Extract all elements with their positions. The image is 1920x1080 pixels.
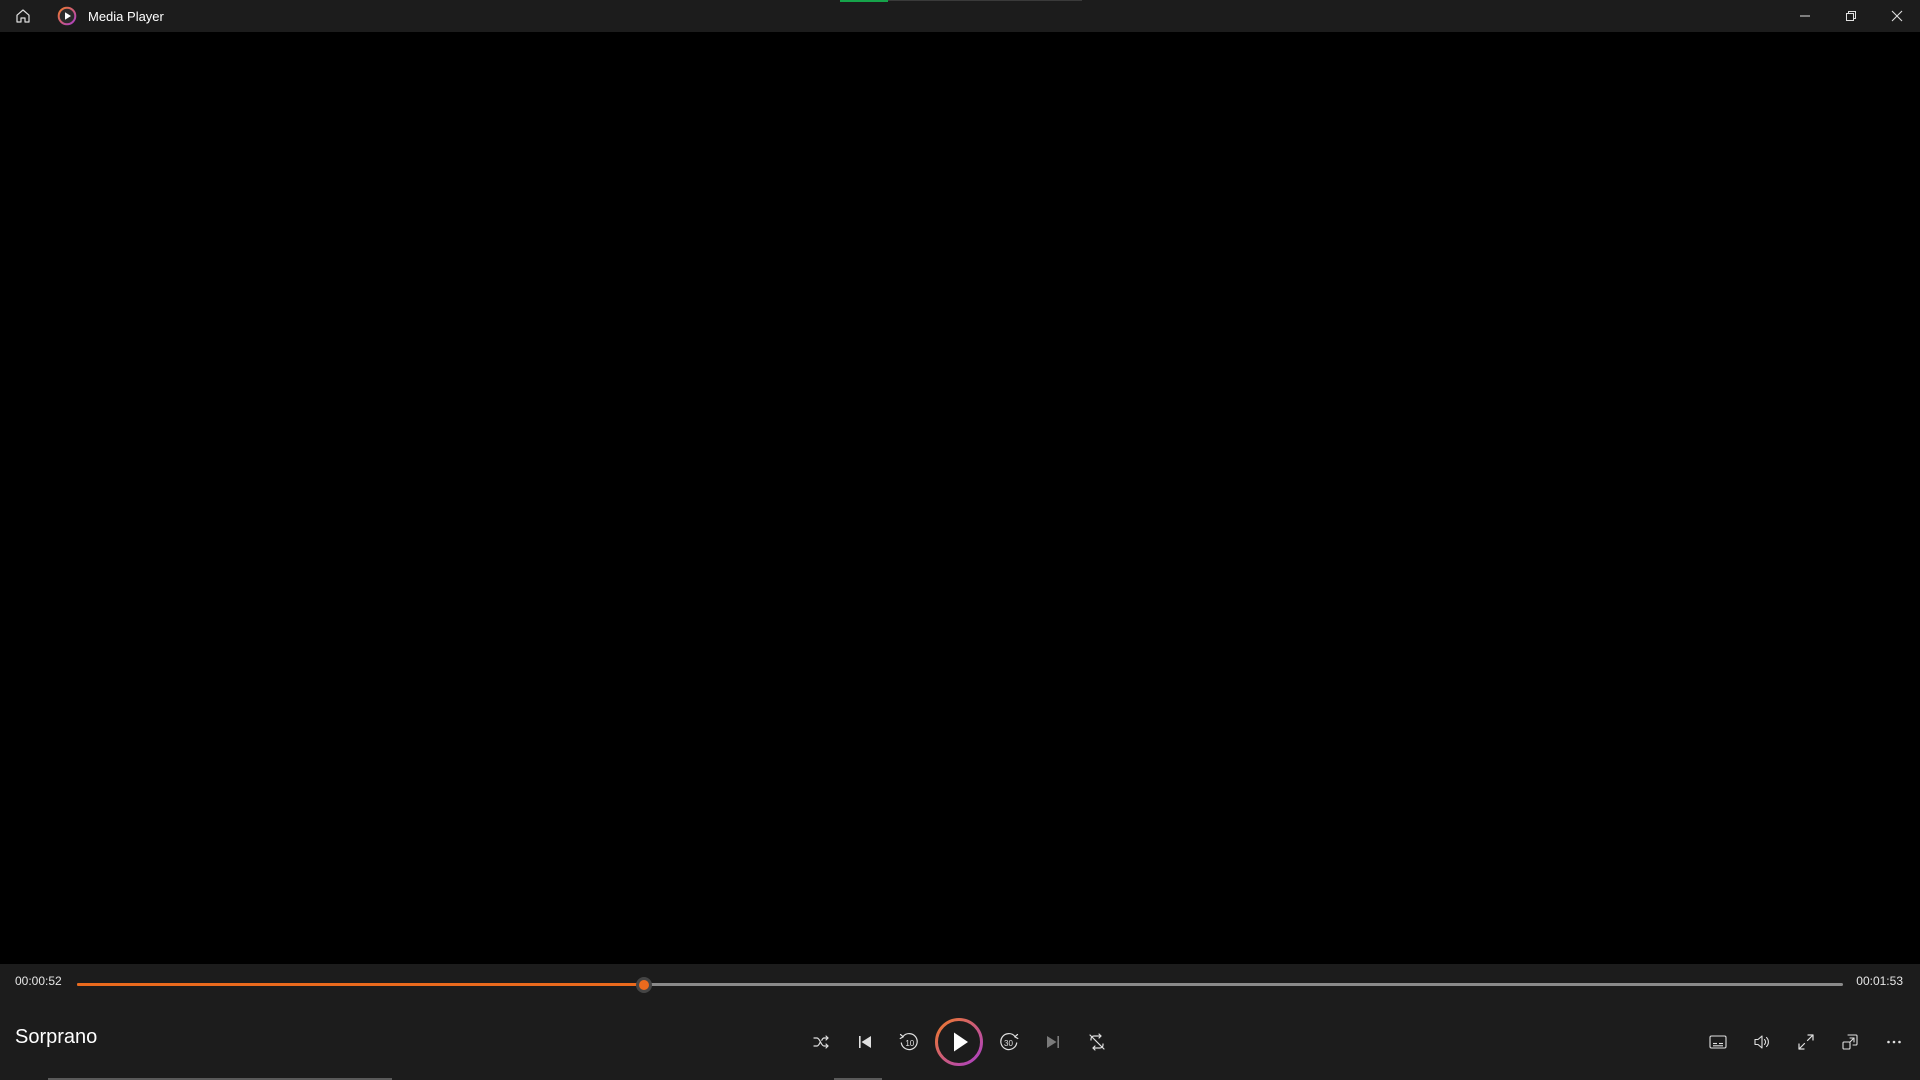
repeat-off-icon — [1087, 1032, 1107, 1052]
shuffle-button[interactable] — [799, 1020, 843, 1064]
mini-player-button[interactable] — [1828, 1020, 1872, 1064]
play-icon — [933, 1016, 985, 1068]
fullscreen-button[interactable] — [1784, 1020, 1828, 1064]
seek-thumb-dot — [638, 980, 649, 990]
minimize-button[interactable] — [1782, 0, 1828, 32]
secondary-controls — [1696, 1016, 1920, 1068]
more-options-button[interactable] — [1872, 1020, 1916, 1064]
seek-thumb[interactable] — [635, 977, 652, 993]
skip-back-label: 10 — [905, 1039, 914, 1048]
play-button[interactable] — [933, 1016, 985, 1068]
seek-slider[interactable] — [77, 977, 1843, 993]
video-surface[interactable] — [0, 32, 1920, 964]
next-icon — [1044, 1033, 1062, 1051]
window-accent-track — [888, 0, 1082, 1]
close-icon — [1891, 10, 1903, 22]
captions-button[interactable] — [1696, 1020, 1740, 1064]
more-options-icon — [1885, 1033, 1903, 1051]
volume-button[interactable] — [1740, 1020, 1784, 1064]
skip-back-10-icon: 10 — [898, 1031, 920, 1053]
minimize-icon — [1799, 10, 1811, 22]
skip-forward-30-icon: 30 — [998, 1031, 1020, 1053]
restore-icon — [1845, 10, 1857, 22]
window-title: Media Player — [88, 8, 164, 24]
track-title: Sorprano — [15, 1026, 98, 1048]
shuffle-icon — [812, 1033, 830, 1051]
previous-icon — [856, 1033, 874, 1051]
restore-button[interactable] — [1828, 0, 1874, 32]
skip-forward-label: 30 — [1004, 1039, 1013, 1048]
repeat-button[interactable] — [1075, 1020, 1119, 1064]
fullscreen-icon — [1797, 1033, 1815, 1051]
elapsed-time: 00:00:52 — [15, 974, 62, 988]
transport-bar: 00:00:52 00:01:53 Sorprano 10 30 — [0, 964, 1920, 1080]
playback-controls: 10 30 — [799, 1016, 1119, 1068]
seek-progress — [77, 983, 644, 986]
mini-player-icon — [1841, 1033, 1859, 1051]
next-button[interactable] — [1031, 1020, 1075, 1064]
media-player-window: Media Player 00:00:52 00:01:53 Sorprano … — [0, 0, 1920, 1080]
window-controls — [1782, 0, 1920, 32]
title-bar: Media Player — [0, 0, 1920, 32]
media-player-app-icon — [56, 5, 78, 27]
home-icon — [15, 8, 31, 24]
volume-icon — [1753, 1033, 1771, 1051]
previous-button[interactable] — [843, 1020, 887, 1064]
home-button[interactable] — [0, 0, 46, 32]
skip-back-button[interactable]: 10 — [887, 1020, 931, 1064]
total-time: 00:01:53 — [1856, 974, 1903, 988]
captions-icon — [1709, 1034, 1727, 1050]
window-accent-bar — [840, 0, 888, 2]
skip-forward-button[interactable]: 30 — [987, 1020, 1031, 1064]
close-button[interactable] — [1874, 0, 1920, 32]
